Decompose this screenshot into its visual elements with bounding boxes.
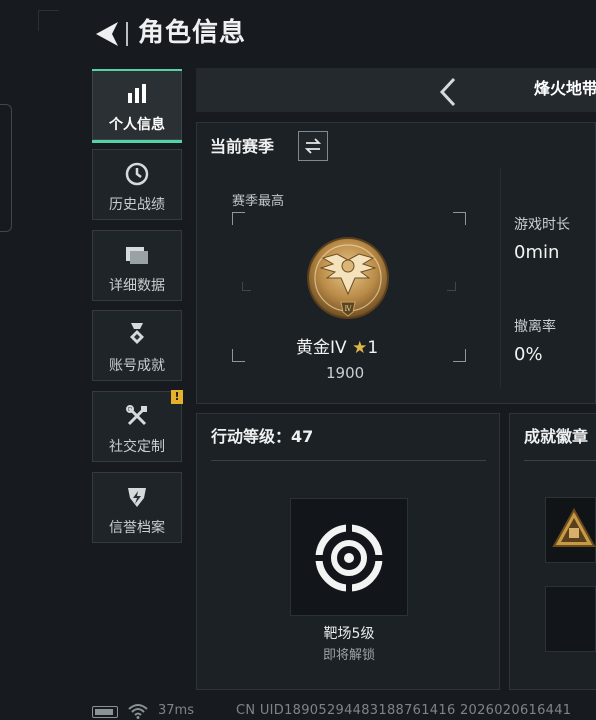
target-icon xyxy=(314,523,384,593)
medal-icon xyxy=(130,323,144,344)
range-level-name: 靶场5级 xyxy=(323,626,375,642)
bar-chart-icon xyxy=(128,84,146,103)
season-peak-label: 赛季最高 xyxy=(232,194,285,209)
rank-name: 黄金IV xyxy=(296,338,347,358)
svg-text:Ⅳ: Ⅳ xyxy=(345,305,353,313)
user-uid: CN UID18905294483188761416 2026020616441 xyxy=(236,703,572,718)
clock-icon xyxy=(125,162,149,186)
extraction-rate-label: 撤离率 xyxy=(514,319,556,335)
rank-score: 1900 xyxy=(326,364,365,382)
page-title: 角色信息 xyxy=(138,18,247,48)
side-frame-decoration xyxy=(0,104,12,232)
play-time-value: 0min xyxy=(514,242,560,263)
operation-level-title: 行动等级：47 xyxy=(211,427,314,446)
battery-icon xyxy=(92,706,118,718)
sidebar-item-reputation[interactable]: 信誉档案 xyxy=(92,472,182,543)
level-divider xyxy=(211,460,486,461)
sidebar-item-label: 详细数据 xyxy=(109,278,165,294)
sidebar-item-social[interactable]: ! 社交定制 xyxy=(92,390,183,462)
wifi-icon xyxy=(128,704,148,719)
sidebar-item-label: 历史战绩 xyxy=(109,197,165,213)
season-title: 当前赛季 xyxy=(210,137,275,156)
mode-title: 烽火地带 xyxy=(534,79,596,98)
corner-decoration xyxy=(38,10,59,31)
achievement-badge-title: 成就徽章 xyxy=(524,427,589,446)
notification-badge: ! xyxy=(171,390,183,404)
sidebar-item-label: 信誉档案 xyxy=(109,520,165,536)
network-ping: 37ms xyxy=(158,703,194,718)
header-separator xyxy=(126,22,128,46)
rank-stars: 1 xyxy=(367,338,379,358)
gold-rank-medal-icon: Ⅳ xyxy=(307,237,389,319)
triangle-badge-icon xyxy=(552,507,596,547)
sidebar-item-label: 社交定制 xyxy=(109,439,165,455)
chevron-left-icon[interactable] xyxy=(436,76,460,108)
season-switch-button[interactable] xyxy=(298,131,328,161)
stats-divider xyxy=(500,168,501,388)
extraction-rate-value: 0% xyxy=(514,344,543,365)
sidebar-item-detailed-data[interactable]: 详细数据 xyxy=(92,230,182,301)
sidebar-item-personal-info[interactable]: 个人信息 xyxy=(92,69,182,143)
swap-icon xyxy=(304,138,322,154)
play-time-label: 游戏时长 xyxy=(514,217,570,233)
tools-icon xyxy=(126,405,147,426)
achievement-divider xyxy=(524,460,596,461)
achievement-slot[interactable] xyxy=(545,586,596,652)
star-icon: ★ xyxy=(352,338,368,358)
sidebar-item-achievements[interactable]: 账号成就 xyxy=(92,310,182,381)
sidebar-item-label: 个人信息 xyxy=(109,117,165,133)
back-arrow-icon[interactable] xyxy=(90,18,124,50)
rank-display: 黄金IV ★1 xyxy=(296,336,406,360)
range-unlock-status: 即将解锁 xyxy=(322,648,375,663)
sidebar-item-history[interactable]: 历史战绩 xyxy=(92,149,182,220)
shield-bolt-icon xyxy=(128,488,146,507)
sidebar-item-label: 账号成就 xyxy=(109,358,165,374)
folder-icon xyxy=(126,247,148,264)
